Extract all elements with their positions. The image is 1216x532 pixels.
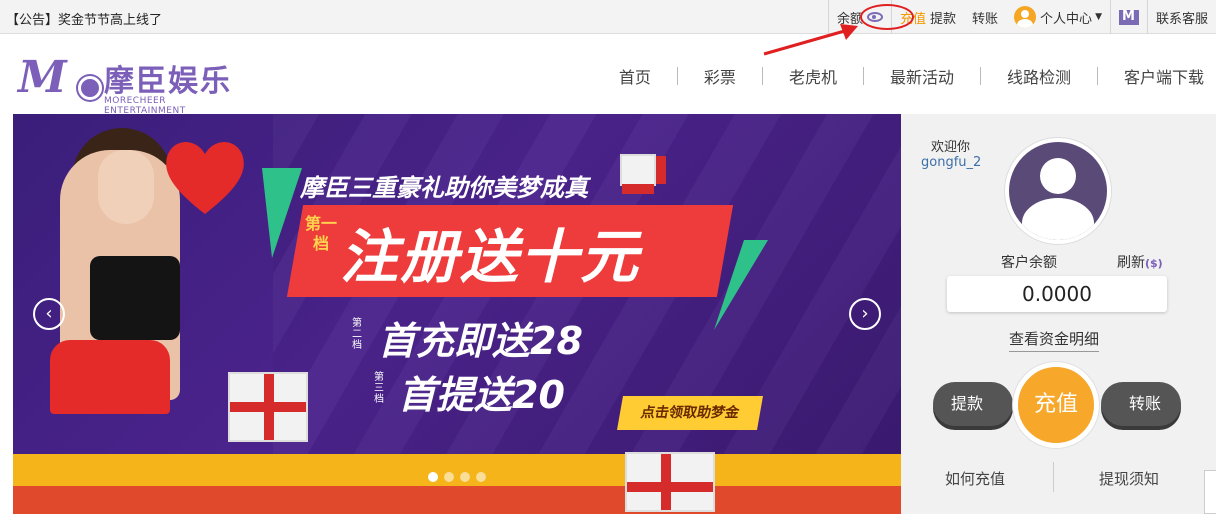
nav-home[interactable]: 首页 [593,64,677,88]
banner-offer2: 首充即送28 [378,319,583,363]
heart-icon [166,142,244,214]
carousel-dots [428,472,486,482]
banner-level3-label: 第三档 [374,372,384,405]
withdraw-button[interactable]: 提款 [933,382,1013,426]
floating-side-tab[interactable] [1204,470,1216,514]
gift-box-icon [625,452,715,512]
balance-value: 0.0000 [947,276,1167,312]
nav-promotions[interactable]: 最新活动 [864,64,980,88]
transfer-link[interactable]: 转账 [964,0,1006,34]
banner-main-offer: 注册送十元 [340,223,641,291]
refresh-button[interactable]: 刷新($) [1117,252,1163,272]
site-header: M 摩臣娱乐 MORECHEER ENTERTAINMENT 首页 彩票 老虎机… [0,34,1216,116]
refresh-icon: ($) [1145,257,1163,270]
balance-label: 客户余额 [1001,255,1057,271]
how-to-recharge-link[interactable]: 如何充值 [945,468,1005,489]
carousel-dot[interactable] [460,472,470,482]
refresh-label: 刷新 [1117,255,1145,271]
logo-mark: M [18,52,67,103]
site-logo[interactable]: M 摩臣娱乐 MORECHEER ENTERTAINMENT [18,52,248,116]
carousel-dot[interactable] [444,472,454,482]
nav-lottery[interactable]: 彩票 [678,64,762,88]
carousel-next-button[interactable]: › [849,298,881,330]
nav-client-download[interactable]: 客户端下载 [1098,64,1204,88]
username-link[interactable]: gongfu_2 [921,155,981,170]
carousel-dot[interactable] [476,472,486,482]
banner-level1-label: 第一档 [304,214,337,253]
logo-name: 摩臣娱乐 [104,64,232,99]
mail-button[interactable] [1111,0,1147,34]
main-nav: 首页 彩票 老虎机 最新活动 线路检测 客户端下载 [593,64,1204,88]
withdraw-notice-link[interactable]: 提现须知 [1099,468,1159,489]
gift-box-icon [228,372,308,442]
nav-slots[interactable]: 老虎机 [763,64,863,88]
withdraw-link[interactable]: 提款 [928,0,964,34]
highlight-ring [860,4,914,30]
banner-headline: 摩臣三重豪礼助你美梦成真 [300,174,588,202]
logo-dot-icon [78,76,102,100]
avatar[interactable] [1005,138,1111,244]
transfer-button[interactable]: 转账 [1101,382,1181,426]
chevron-down-icon: ▼ [1095,12,1102,22]
carousel-dot[interactable] [428,472,438,482]
carousel-prev-button[interactable]: ‹ [33,298,65,330]
support-link[interactable]: 联系客服 [1148,0,1216,34]
user-center-menu[interactable]: 个人中心 ▼ [1006,0,1110,34]
banner-cta-button[interactable]: 点击领取助梦金 [617,396,763,430]
top-bar: 【公告】奖金节节高上线了 余额 充值 提款 转账 个人中心 ▼ 联系客服 [0,0,1216,34]
account-panel: 欢迎你 gongfu_2 客户余额 刷新($) 0.0000 查看资金明细 提款… [901,114,1216,514]
mail-icon [1118,9,1139,25]
user-center-label: 个人中心 [1040,11,1093,27]
announcement-text[interactable]: 【公告】奖金节节高上线了 [6,9,162,28]
banner-level2-label: 第二档 [352,318,362,351]
fund-details-link[interactable]: 查看资金明细 [1009,328,1100,352]
nav-line-check[interactable]: 线路检测 [981,64,1097,88]
recharge-button[interactable]: 充值 [1013,362,1099,448]
gift-box-icon [620,154,666,194]
logo-tagline: MORECHEER ENTERTAINMENT [104,96,186,116]
welcome-text: 欢迎你 [931,140,971,155]
banner-offer3: 首提送20 [398,373,565,417]
user-avatar-icon [1014,6,1037,28]
